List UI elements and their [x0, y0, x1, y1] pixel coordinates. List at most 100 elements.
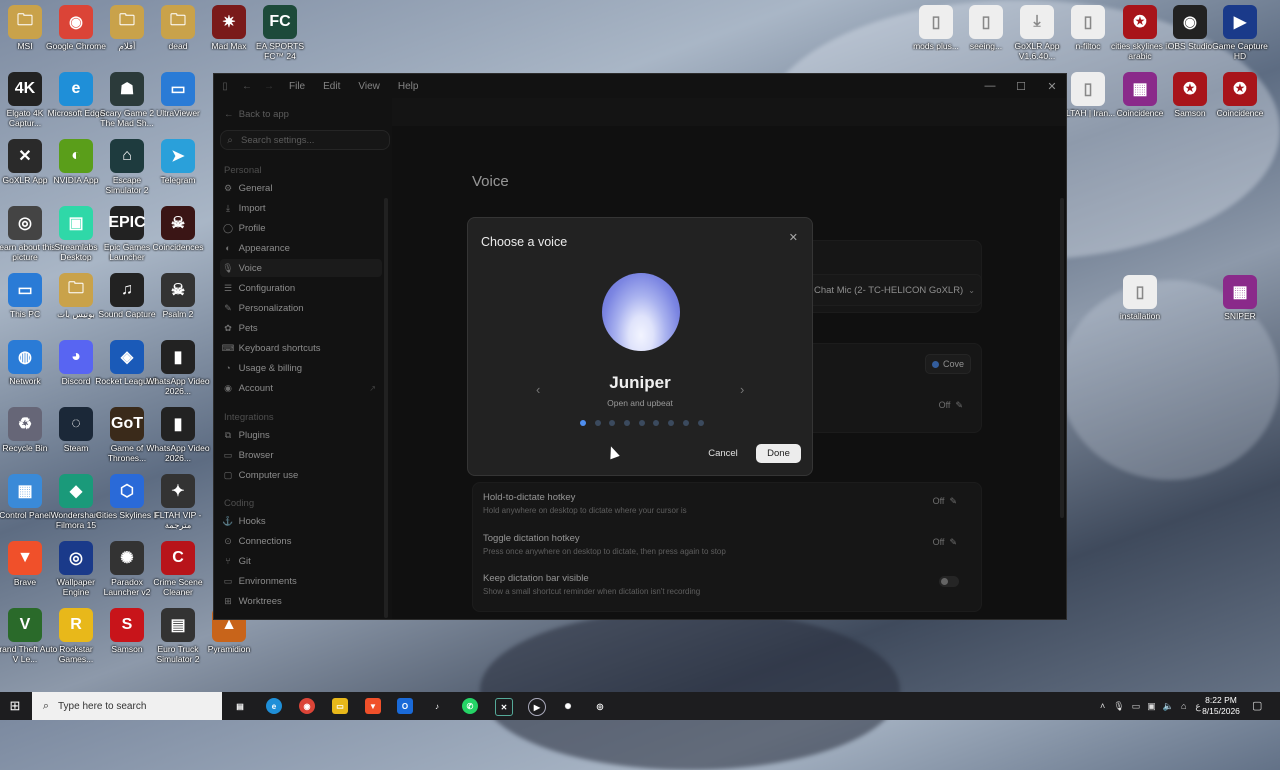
desktop-icon[interactable]: ☠ Psalm 2 — [145, 273, 211, 319]
app-icon: ▣ — [59, 206, 93, 240]
app-icon: ◉ — [1173, 5, 1207, 39]
taskbar: ⊞ ⌕ ▤ e ◉ ▭ ▼ O ♪ ✆ ✕ ▶ ✺ ◎ ˄ 🎙 ▭ ▣ 🔈 ⌂ … — [0, 692, 1280, 720]
battery-icon[interactable]: ▭ — [1132, 701, 1141, 712]
app-icon: ♫ — [110, 273, 144, 307]
desktop-icon[interactable]: C Crime Scene Cleaner — [145, 541, 211, 597]
brave-taskbar-icon[interactable]: ▼ — [365, 698, 381, 714]
app-icon: ▭ — [8, 273, 42, 307]
pagination-dot[interactable] — [668, 420, 675, 426]
app-icon: ➤ — [161, 139, 195, 173]
edge-taskbar-icon[interactable]: e — [266, 698, 282, 714]
pagination-dot[interactable] — [594, 420, 601, 426]
app-icon: ✪ — [1173, 72, 1207, 106]
app-icon: ▼ — [8, 541, 42, 575]
cancel-button[interactable]: Cancel — [699, 444, 747, 463]
app-icon: ◐ — [59, 139, 93, 173]
chevron-up-icon[interactable]: ˄ — [1100, 701, 1105, 711]
desktop-icon[interactable]: ▶ Game Capture HD — [1207, 5, 1273, 61]
close-icon: ✕ — [788, 232, 798, 244]
network-icon[interactable]: ▣ — [1147, 701, 1156, 712]
desktop-icon[interactable]: ▦ SNIPER — [1207, 275, 1273, 321]
app-icon: FC — [263, 5, 297, 39]
done-button[interactable]: Done — [756, 444, 801, 463]
goxlr-taskbar-icon[interactable]: ✕ — [495, 698, 513, 716]
desktop-icon[interactable]: ▭ UltraViewer — [145, 72, 211, 118]
desktop-icon[interactable]: ✪ Coincidence — [1207, 72, 1273, 118]
task-view-icon[interactable]: ▤ — [232, 698, 248, 714]
pagination-dot[interactable] — [697, 420, 704, 426]
app-icon: 4K — [8, 72, 42, 106]
desktop-icon-label: WhatsApp Video 2026... — [146, 376, 210, 396]
close-dialog-button[interactable]: ✕ — [789, 231, 798, 244]
app-icon: e — [59, 72, 93, 106]
mic-icon[interactable]: 🎙 — [1113, 701, 1124, 712]
pagination-dot[interactable] — [609, 420, 616, 426]
voice-description: Open and upbeat — [607, 398, 673, 408]
desktop-icon-label: Crime Scene Cleaner — [153, 577, 203, 597]
volume-icon[interactable]: 🔈 — [1163, 701, 1174, 712]
tiktok-taskbar-icon[interactable]: ♪ — [429, 698, 445, 714]
app-icon: ✦ — [161, 474, 195, 508]
app-icon: ◕ — [59, 340, 93, 374]
app-icon: V — [8, 608, 42, 642]
app-icon: ✺ — [110, 541, 144, 575]
clock-time: 8:22 PM — [1205, 695, 1237, 705]
clock[interactable]: 8:22 PM 8/15/2026 — [1196, 695, 1246, 717]
app-icon: ✷ — [212, 5, 246, 39]
desktop-icon[interactable]: ▮ WhatsApp Video 2026... — [145, 407, 211, 463]
app-icon: ◈ — [110, 340, 144, 374]
desktop-icon-label: EA SPORTS FC™ 24 — [255, 41, 305, 61]
app-icon: ▯ — [1071, 5, 1105, 39]
desktop-icon[interactable]: ✦ FLTAH VIP - مترجمة — [145, 474, 211, 530]
taskbar-search-input[interactable] — [56, 699, 210, 713]
app-taskbar-icon[interactable]: ◎ — [592, 698, 608, 714]
app-icon: ⤓ — [1020, 5, 1054, 39]
pagination-dot[interactable] — [638, 420, 645, 426]
voice-orb — [602, 273, 680, 351]
voice-name: Juniper — [609, 373, 671, 392]
desktop-icon[interactable]: ▮ WhatsApp Video 2026... — [145, 340, 211, 396]
search-icon: ⌕ — [42, 699, 50, 712]
chrome-taskbar-icon[interactable]: ◉ — [299, 698, 315, 714]
app-icon: ⌂ — [110, 139, 144, 173]
app-icon: ▦ — [8, 474, 42, 508]
player-taskbar-icon[interactable]: ▶ — [528, 698, 546, 716]
desktop-icon[interactable]: ☠ Coincidences — [145, 206, 211, 252]
chatgpt-taskbar-icon[interactable]: ✺ — [560, 698, 576, 714]
pagination-dot[interactable] — [580, 420, 586, 426]
outlook-taskbar-icon[interactable]: O — [397, 698, 413, 714]
app-icon: ▯ — [1123, 275, 1157, 309]
desktop-icon[interactable]: ➤ Telegram — [145, 139, 211, 185]
pagination-dot[interactable] — [682, 420, 689, 426]
app-icon: ⬡ — [110, 474, 144, 508]
app-icon: ✪ — [1223, 72, 1257, 106]
whatsapp-taskbar-icon[interactable]: ✆ — [462, 698, 478, 714]
desktop-icon-label: Coincidences — [152, 242, 204, 252]
app-icon: ☠ — [161, 206, 195, 240]
app-icon: 🗀 — [8, 5, 42, 39]
app-icon: S — [110, 608, 144, 642]
taskbar-search[interactable]: ⌕ — [32, 692, 222, 720]
desktop-icon-label: Telegram — [160, 175, 196, 185]
wallpaper-figure — [480, 610, 900, 770]
desktop-icon-label: SNIPER — [1224, 311, 1256, 321]
start-button[interactable]: ⊞ — [6, 698, 24, 714]
power-icon[interactable]: ⌂ — [1181, 701, 1186, 711]
desktop-icon[interactable]: ▯ installation — [1107, 275, 1173, 321]
desktop-icon[interactable]: FC EA SPORTS FC™ 24 — [247, 5, 313, 61]
app-icon: ◎ — [8, 206, 42, 240]
choose-voice-dialog: Choose a voice ✕ ‹ › Juniper Open and up… — [467, 217, 813, 476]
app-icon: 🗀 — [110, 5, 144, 39]
desktop-icon-label: Coincidence — [1216, 108, 1264, 118]
pagination-dot[interactable] — [624, 420, 631, 426]
app-icon: ▦ — [1123, 72, 1157, 106]
app-icon: ▭ — [161, 72, 195, 106]
desktop-icon-label: Pyramidion — [207, 644, 251, 654]
pagination-dot[interactable] — [653, 420, 660, 426]
app-icon: EPIC — [108, 206, 146, 240]
notifications-icon[interactable]: ▢ — [1252, 699, 1262, 712]
desktop-icon-label: FLTAH VIP - مترجمة — [154, 510, 202, 530]
app-icon: C — [161, 541, 195, 575]
app-icon: 🗀 — [59, 273, 93, 307]
file-explorer-icon[interactable]: ▭ — [332, 698, 348, 714]
